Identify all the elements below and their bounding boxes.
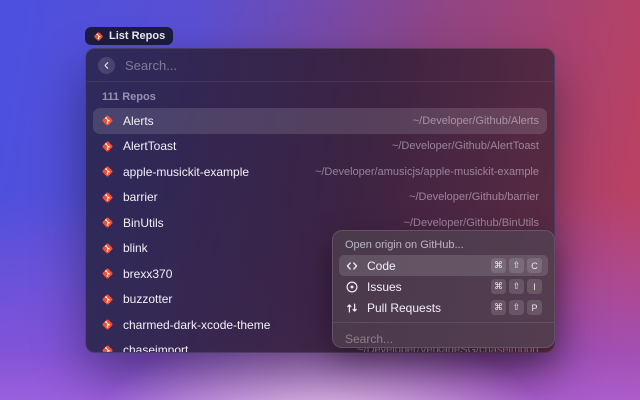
repo-name: blink	[123, 241, 148, 255]
command-tag-list-repos[interactable]: List Repos	[85, 27, 173, 45]
command-tag-label: List Repos	[109, 30, 165, 42]
repo-list-item[interactable]: apple-musickit-example ~/Developer/amusi…	[93, 159, 547, 185]
keycap: ⇧	[509, 279, 524, 294]
shortcut-keys: ⌘⇧C	[491, 258, 542, 273]
menu-item-label: Code	[367, 259, 396, 273]
keycap: ⌘	[491, 258, 506, 273]
repo-name: brexx370	[123, 267, 172, 281]
repo-path: ~/Developer/Github/barrier	[409, 191, 539, 203]
menu-item[interactable]: Pull Requests ⌘⇧P	[339, 297, 548, 318]
repo-path: ~/Developer/Github/Alerts	[413, 115, 539, 127]
code-icon	[345, 259, 359, 273]
search-bar	[86, 49, 554, 82]
menu-item[interactable]: Issues ⌘⇧I	[339, 276, 548, 297]
issues-icon	[345, 280, 359, 294]
shortcut-keys: ⌘⇧I	[491, 279, 542, 294]
git-icon	[101, 293, 114, 306]
repo-name: AlertToast	[123, 139, 176, 153]
repo-path: ~/Developer/amusicjs/apple-musickit-exam…	[315, 166, 539, 178]
menu-search	[333, 323, 554, 348]
git-icon	[101, 216, 114, 229]
keycap: P	[527, 300, 542, 315]
repo-name: apple-musickit-example	[123, 165, 249, 179]
repo-list-item[interactable]: barrier ~/Developer/Github/barrier	[93, 185, 547, 211]
repo-path: ~/Developer/Github/AlertToast	[392, 140, 539, 152]
menu-search-input[interactable]	[345, 332, 542, 346]
pull-request-icon	[345, 301, 359, 315]
git-icon	[101, 191, 114, 204]
actions-menu: Open origin on GitHub... Code ⌘⇧C Issues…	[332, 230, 555, 348]
chevron-left-icon	[102, 61, 111, 70]
menu-item-label: Pull Requests	[367, 301, 441, 315]
git-icon	[101, 242, 114, 255]
menu-item[interactable]: Code ⌘⇧C	[339, 255, 548, 276]
git-icon	[101, 140, 114, 153]
repo-name: charmed-dark-xcode-theme	[123, 318, 270, 332]
shortcut-keys: ⌘⇧P	[491, 300, 542, 315]
git-icon	[93, 31, 104, 42]
repo-name: chaseimport	[123, 343, 188, 353]
repo-name: buzzotter	[123, 292, 172, 306]
repo-list-item[interactable]: AlertToast ~/Developer/Github/AlertToast	[93, 134, 547, 160]
search-input[interactable]	[125, 58, 542, 73]
keycap: C	[527, 258, 542, 273]
section-header: 111 Repos	[86, 82, 554, 108]
menu-item-label: Issues	[367, 280, 402, 294]
repo-path: ~/Developer/Github/BinUtils	[404, 217, 539, 229]
back-button[interactable]	[98, 57, 115, 74]
repo-name: BinUtils	[123, 216, 164, 230]
git-icon	[101, 165, 114, 178]
git-icon	[101, 114, 114, 127]
keycap: ⌘	[491, 300, 506, 315]
actions-menu-header: Open origin on GitHub...	[333, 231, 554, 255]
keycap: ⌘	[491, 279, 506, 294]
actions-menu-items: Code ⌘⇧C Issues ⌘⇧I Pull Requests ⌘⇧P	[333, 255, 554, 318]
keycap: I	[527, 279, 542, 294]
keycap: ⇧	[509, 258, 524, 273]
git-icon	[101, 318, 114, 331]
git-icon	[101, 267, 114, 280]
repo-name: Alerts	[123, 114, 154, 128]
git-icon	[101, 344, 114, 353]
repo-name: barrier	[123, 190, 158, 204]
keycap: ⇧	[509, 300, 524, 315]
repo-list-item[interactable]: Alerts ~/Developer/Github/Alerts	[93, 108, 547, 134]
